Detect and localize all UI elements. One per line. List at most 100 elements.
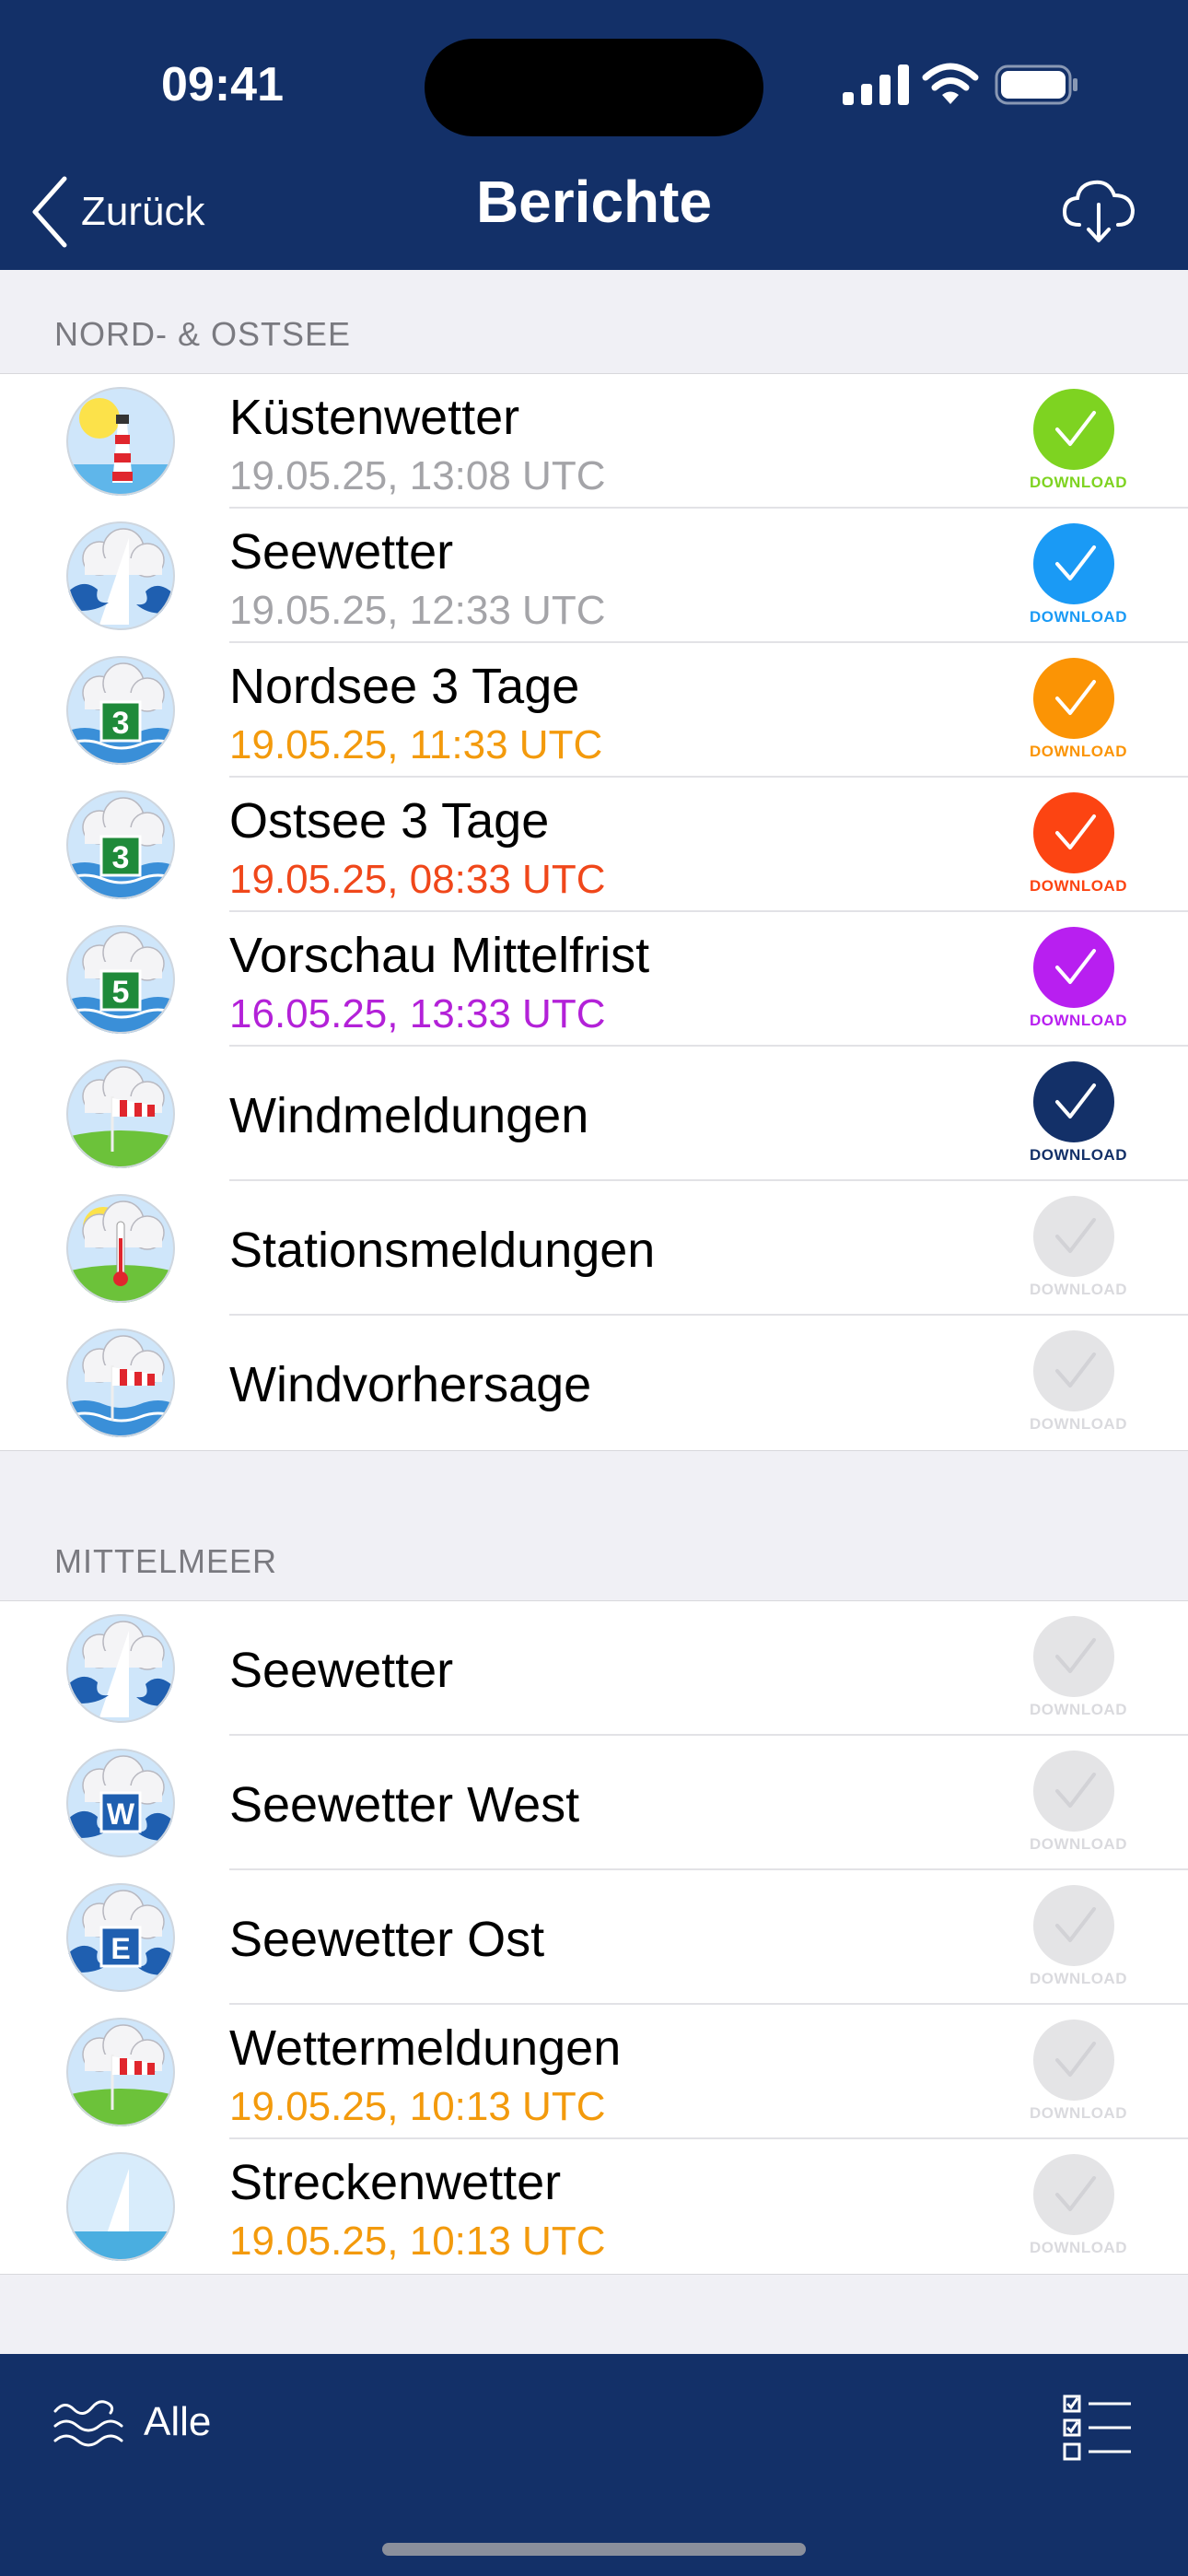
download-label: DOWNLOAD <box>1030 1146 1127 1164</box>
report-timestamp: 19.05.25, 13:08 UTC <box>229 453 606 498</box>
forecast-3-icon: 3 <box>66 790 175 899</box>
windsock-icon <box>66 2018 175 2126</box>
checkmark-icon <box>1033 1885 1114 1966</box>
download-label: DOWNLOAD <box>1030 2239 1127 2256</box>
report-title: Seewetter West <box>229 1777 580 1832</box>
report-timestamp: 19.05.25, 10:13 UTC <box>229 2219 606 2264</box>
report-timestamp: 19.05.25, 08:33 UTC <box>229 857 606 902</box>
report-title: Küstenwetter <box>229 390 520 445</box>
download-button[interactable]: DOWNLOAD <box>1030 1885 1127 1994</box>
wifi-icon <box>922 63 979 104</box>
report-title: Wettermeldungen <box>229 2020 622 2076</box>
download-button[interactable]: DOWNLOAD <box>1030 1616 1127 1725</box>
report-timestamp: 19.05.25, 10:13 UTC <box>229 2084 606 2129</box>
report-list-mittelmeer: Seewetter DOWNLOAD W Seewetter West DOWNLOAD… <box>0 1600 1188 2275</box>
checkmark-icon <box>1033 1330 1114 1411</box>
sailboat-icon <box>66 1614 175 1723</box>
download-button[interactable]: DOWNLOAD <box>1030 1330 1127 1439</box>
checklist-icon[interactable] <box>1061 2393 1135 2463</box>
status-time: 09:41 <box>161 58 284 111</box>
report-row[interactable]: Seewetter DOWNLOAD <box>0 1601 1188 1736</box>
download-button[interactable]: DOWNLOAD <box>1030 1196 1127 1305</box>
forecast-5-icon: 5 <box>66 925 175 1034</box>
home-indicator <box>382 2543 806 2556</box>
checkmark-icon <box>1033 1196 1114 1277</box>
download-button[interactable]: DOWNLOAD <box>1030 2154 1127 2263</box>
checkmark-icon <box>1033 792 1114 873</box>
report-title: Stationsmeldungen <box>229 1223 656 1278</box>
report-row[interactable]: Stationsmeldungen DOWNLOAD <box>0 1181 1188 1316</box>
download-button[interactable]: DOWNLOAD <box>1030 1061 1127 1170</box>
report-row[interactable]: 5 Vorschau Mittelfrist 16.05.25, 13:33 UTC… <box>0 912 1188 1047</box>
report-row[interactable]: 3 Ostsee 3 Tage 19.05.25, 08:33 UTC DOWNLOA… <box>0 778 1188 912</box>
checkmark-icon <box>1033 2020 1114 2101</box>
download-button[interactable]: DOWNLOAD <box>1030 1751 1127 1859</box>
report-title: Ostsee 3 Tage <box>229 793 550 849</box>
download-label: DOWNLOAD <box>1030 1835 1127 1853</box>
checkmark-icon <box>1033 389 1114 470</box>
report-row[interactable]: Küstenwetter 19.05.25, 13:08 UTC DOWNLOAD <box>0 374 1188 509</box>
checkmark-icon <box>1033 1616 1114 1697</box>
report-title: Seewetter Ost <box>229 1912 545 1967</box>
download-label: DOWNLOAD <box>1030 2104 1127 2122</box>
checkmark-icon <box>1033 1751 1114 1832</box>
report-row[interactable]: Windmeldungen DOWNLOAD <box>0 1047 1188 1181</box>
svg-text:3: 3 <box>112 840 130 875</box>
section-header-nord-ostsee: NORD- & OSTSEE <box>54 315 352 353</box>
report-row[interactable]: E Seewetter Ost DOWNLOAD <box>0 1870 1188 2005</box>
download-button[interactable]: DOWNLOAD <box>1030 389 1127 498</box>
checkmark-icon <box>1033 927 1114 1008</box>
sailboat-icon <box>66 521 175 630</box>
svg-text:3: 3 <box>112 706 130 741</box>
dynamic-island <box>425 39 763 136</box>
download-label: DOWNLOAD <box>1030 1701 1127 1718</box>
download-label: DOWNLOAD <box>1030 1281 1127 1298</box>
cloud-download-icon[interactable] <box>1061 175 1136 245</box>
download-button[interactable]: DOWNLOAD <box>1030 523 1127 632</box>
section-header-mittelmeer: MITTELMEER <box>54 1542 278 1580</box>
report-row[interactable]: 3 Nordsee 3 Tage 19.05.25, 11:33 UTC DOWNLO… <box>0 643 1188 778</box>
download-label: DOWNLOAD <box>1030 1415 1127 1433</box>
report-row[interactable]: Wettermeldungen 19.05.25, 10:13 UTC DOWNLO… <box>0 2005 1188 2139</box>
download-label: DOWNLOAD <box>1030 743 1127 760</box>
checkmark-icon <box>1033 2154 1114 2235</box>
report-row[interactable]: W Seewetter West DOWNLOAD <box>0 1736 1188 1870</box>
download-button[interactable]: DOWNLOAD <box>1030 927 1127 1036</box>
report-timestamp: 19.05.25, 11:33 UTC <box>229 722 603 767</box>
report-timestamp: 19.05.25, 12:33 UTC <box>229 588 606 633</box>
report-row[interactable]: Streckenwetter 19.05.25, 10:13 UTC DOWNLOA… <box>0 2139 1188 2274</box>
svg-text:E: E <box>111 1932 130 1965</box>
sea-east-icon: E <box>66 1883 175 1992</box>
windsock-sea-icon <box>66 1329 175 1437</box>
navigation-bar: 09:41 Zurück Berichte <box>0 0 1188 270</box>
thermometer-icon <box>66 1194 175 1303</box>
windsock-icon <box>66 1060 175 1168</box>
download-label: DOWNLOAD <box>1030 877 1127 895</box>
filter-all-label: Alle <box>144 2399 212 2444</box>
lighthouse-icon <box>66 387 175 496</box>
download-button[interactable]: DOWNLOAD <box>1030 792 1127 901</box>
download-button[interactable]: DOWNLOAD <box>1030 658 1127 767</box>
download-label: DOWNLOAD <box>1030 1970 1127 1987</box>
checkmark-icon <box>1033 658 1114 739</box>
page-title: Berichte <box>475 169 713 235</box>
battery-icon <box>995 64 1077 105</box>
checkmark-icon <box>1033 523 1114 604</box>
sea-west-icon: W <box>66 1749 175 1857</box>
report-title: Seewetter <box>229 1643 454 1698</box>
forecast-3-icon: 3 <box>66 656 175 765</box>
report-title: Windmeldungen <box>229 1088 589 1143</box>
report-row[interactable]: Seewetter 19.05.25, 12:33 UTC DOWNLOAD <box>0 509 1188 643</box>
report-title: Windvorhersage <box>229 1357 592 1412</box>
report-timestamp: 16.05.25, 13:33 UTC <box>229 991 606 1036</box>
svg-text:5: 5 <box>112 975 130 1010</box>
download-label: DOWNLOAD <box>1030 1012 1127 1029</box>
report-row[interactable]: Windvorhersage DOWNLOAD <box>0 1316 1188 1450</box>
report-title: Seewetter <box>229 524 454 580</box>
filter-all-button[interactable]: Alle <box>52 2393 211 2452</box>
download-button[interactable]: DOWNLOAD <box>1030 2020 1127 2128</box>
signal-icon <box>843 64 909 105</box>
checkmark-icon <box>1033 1061 1114 1142</box>
download-label: DOWNLOAD <box>1030 474 1127 491</box>
download-label: DOWNLOAD <box>1030 608 1127 626</box>
